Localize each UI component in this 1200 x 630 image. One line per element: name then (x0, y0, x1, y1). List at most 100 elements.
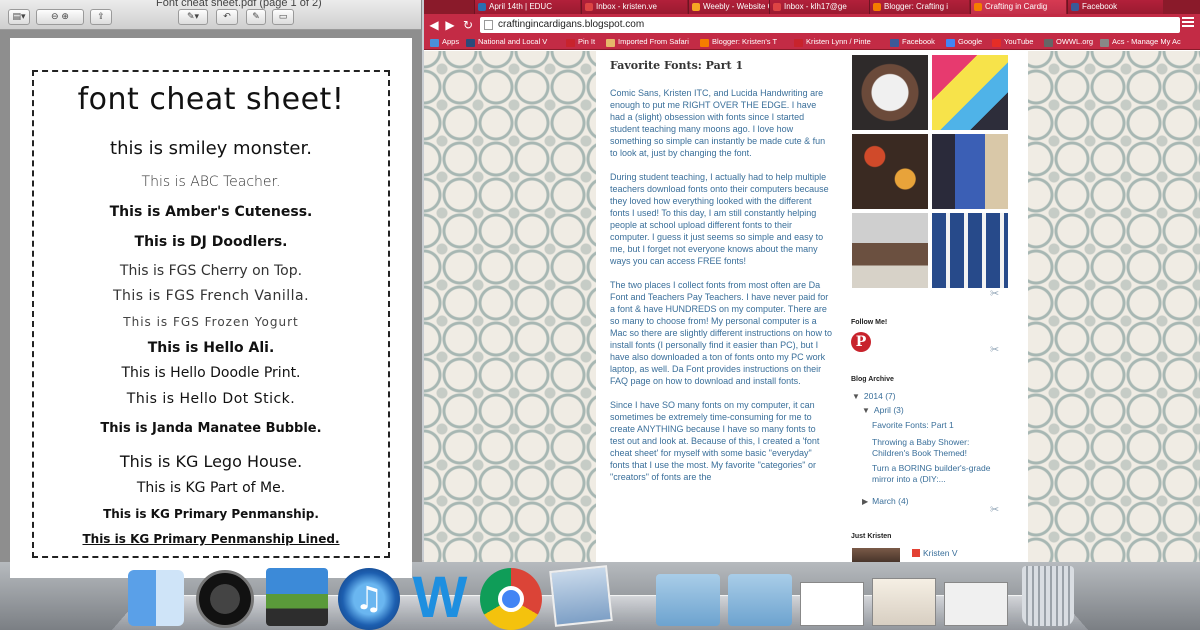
trash-icon[interactable] (1022, 566, 1074, 626)
folder-icon (606, 39, 615, 47)
bookmark[interactable]: YouTube (992, 37, 1033, 47)
chrome-icon[interactable] (480, 568, 542, 630)
tab-strip: April 14th | EDUC Inbox - kristen.ve Wee… (424, 0, 1200, 14)
instagram-photo[interactable] (931, 54, 1009, 131)
preview-icon[interactable] (549, 565, 613, 627)
pinterest-icon (794, 39, 803, 47)
documents-folder-icon[interactable] (728, 574, 792, 626)
edit-button[interactable]: ✎ (246, 9, 266, 25)
finder-icon[interactable] (128, 570, 184, 626)
collapse-triangle-icon[interactable]: ▼ (852, 391, 860, 402)
edit-gadget-icon[interactable]: ✂ (990, 287, 999, 300)
reload-button[interactable]: ↻ (460, 17, 476, 33)
url-text: craftingincardigans.blogspot.com (498, 19, 645, 30)
preview-toolbar: Font cheat sheet.pdf (page 1 of 2) ▤▾ ⊖ … (0, 0, 421, 30)
document-area[interactable]: font cheat sheet! this is smiley monster… (0, 30, 422, 578)
cheat-sheet-title: font cheat sheet! (77, 82, 345, 117)
instagram-photo[interactable] (851, 212, 929, 289)
bookmark[interactable]: Pin It (566, 37, 595, 47)
google-icon (946, 39, 955, 47)
font-sample: This is KG Primary Penmanship. (103, 507, 319, 521)
tab[interactable]: Blogger: Crafting i (869, 0, 969, 14)
tab[interactable]: Inbox - klh17@ge (769, 0, 875, 14)
share-button[interactable]: ⇪ (90, 9, 112, 25)
forward-button[interactable]: ▶ (442, 17, 458, 33)
bookmark[interactable]: Blogger: Kristen's T (700, 37, 777, 47)
bookmark-favicon (1100, 39, 1109, 47)
blogger-icon (700, 39, 709, 47)
iphoto-icon[interactable] (266, 568, 328, 626)
follow-heading: Follow Me! (851, 319, 888, 326)
bookmark-favicon (1044, 39, 1053, 47)
chrome-menu-icon[interactable] (1182, 17, 1194, 27)
collapse-triangle-icon[interactable]: ▼ (862, 405, 870, 416)
post-paragraph: Since I have SO many fonts on my compute… (610, 400, 820, 482)
bookmark[interactable]: OWWL.org (1044, 37, 1093, 47)
gmail-icon (585, 3, 593, 11)
bookmark[interactable]: Imported From Safari (606, 37, 689, 47)
archive-post-link[interactable]: Throwing a Baby Shower: Children's Book … (872, 437, 1000, 459)
itunes-icon[interactable]: ♫ (338, 568, 400, 630)
font-sample: This is Amber's Cuteness. (109, 204, 313, 220)
font-sample: This is Janda Manatee Bubble. (100, 421, 322, 436)
chrome-center (498, 586, 524, 612)
bookmark-star-icon[interactable]: ☆ (1161, 16, 1172, 30)
blog-content: Favorite Fonts: Part 1 Comic Sans, Krist… (596, 51, 1028, 562)
blogger-icon (974, 3, 982, 11)
font-sample: This is KG Part of Me. (136, 480, 286, 496)
archive-month[interactable]: ▶ March (4) (862, 496, 909, 507)
tab-active[interactable]: Crafting in Cardig (970, 0, 1066, 14)
post-paragraph: During student teaching, I actually had … (610, 172, 829, 266)
applications-folder-icon[interactable] (656, 574, 720, 626)
google-plus-icon (912, 549, 920, 557)
font-sample: This is ABC Teacher. (141, 174, 281, 190)
chrome-window: April 14th | EDUC Inbox - kristen.ve Wee… (424, 0, 1200, 562)
window-thumbnail-icon[interactable] (944, 582, 1008, 626)
search-button[interactable]: ▭ (272, 9, 294, 25)
facebook-icon (890, 39, 899, 47)
zoom-buttons[interactable]: ⊖ ⊕ (36, 9, 84, 25)
font-sample: This is Hello Doodle Print. (121, 365, 301, 381)
bookmark[interactable]: Kristen Lynn / Pinte (794, 37, 871, 47)
page-viewport[interactable]: Favorite Fonts: Part 1 Comic Sans, Krist… (424, 51, 1200, 562)
tab[interactable]: Facebook (1067, 0, 1163, 14)
window-thumbnail-icon[interactable] (800, 582, 864, 626)
tab[interactable]: Inbox - kristen.ve (581, 0, 687, 14)
instagram-photo[interactable] (851, 133, 929, 210)
post-title[interactable]: Favorite Fonts: Part 1 (610, 59, 743, 72)
profile-photo[interactable] (851, 547, 901, 562)
bookmark[interactable]: Apps (430, 37, 459, 47)
bookmark[interactable]: Google (946, 37, 982, 47)
expand-triangle-icon[interactable]: ▶ (862, 496, 868, 507)
instagram-photo[interactable] (851, 54, 929, 131)
wordpress-icon (478, 3, 486, 11)
bookmark[interactable]: Acs - Manage My Ac (1100, 37, 1181, 47)
font-sample: This is FGS French Vanilla. (112, 288, 310, 304)
window-thumbnail-icon[interactable] (872, 578, 936, 626)
instagram-photo[interactable] (931, 212, 1009, 289)
post-paragraph: Comic Sans, Kristen ITC, and Lucida Hand… (610, 88, 826, 158)
view-menu-button[interactable]: ▤▾ (8, 9, 30, 25)
dashboard-icon[interactable] (196, 570, 254, 628)
edit-gadget-icon[interactable]: ✂ (990, 343, 999, 356)
tab[interactable]: April 14th | EDUC (474, 0, 580, 14)
pinterest-follow-icon[interactable]: P (851, 332, 871, 352)
annotate-button[interactable]: ✎▾ (178, 9, 208, 25)
font-sample: This is KG Lego House. (119, 452, 303, 471)
instagram-photo[interactable] (931, 133, 1009, 210)
bookmark[interactable]: Facebook (890, 37, 935, 47)
archive-month[interactable]: ▼ April (3) (862, 405, 904, 416)
pdf-page: font cheat sheet! this is smiley monster… (10, 38, 412, 578)
archive-post-link[interactable]: Favorite Fonts: Part 1 (872, 420, 1022, 431)
bookmark[interactable]: National and Local V (466, 37, 547, 47)
edit-gadget-icon[interactable]: ✂ (990, 503, 999, 516)
archive-year[interactable]: ▼ 2014 (7) (852, 391, 896, 402)
page-icon (484, 20, 493, 30)
profile-name[interactable]: Kristen V (912, 548, 958, 559)
archive-post-link[interactable]: Turn a BORING builder's-grade mirror int… (872, 463, 1002, 485)
back-button[interactable]: ◀ (426, 17, 442, 33)
rotate-button[interactable]: ↶ (216, 9, 238, 25)
pinterest-icon (566, 39, 575, 47)
address-bar[interactable]: craftingincardigans.blogspot.com (480, 17, 1180, 33)
weebly-icon[interactable]: W (408, 566, 472, 630)
